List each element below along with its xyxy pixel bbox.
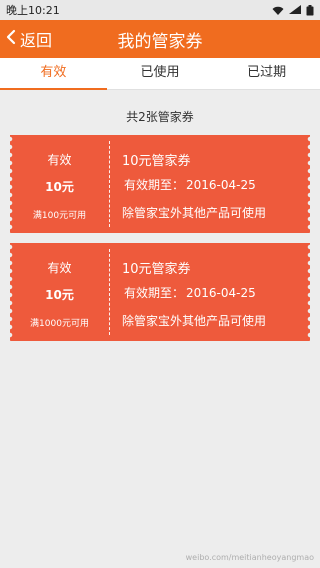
coupon-status: 有效	[47, 153, 72, 167]
tab-used[interactable]: 已使用	[107, 58, 214, 89]
coupon-description: 除管家宝外其他产品可使用	[122, 314, 267, 328]
coupon-stub: 有效 10元 满1000元可用	[10, 243, 109, 341]
status-icons	[272, 4, 314, 17]
signal-icon	[289, 4, 301, 17]
coupon-amount: 10元	[45, 288, 74, 302]
coupon-card[interactable]: 有效 10元 满1000元可用 10元管家券 有效期至： 2016-04-25 除…	[10, 243, 310, 341]
coupon-edge-right	[306, 135, 310, 233]
coupon-expiry-label: 有效期至：	[124, 178, 185, 192]
coupon-edge-right	[306, 243, 310, 341]
coupon-count: 共2张管家券	[126, 110, 194, 124]
status-bar: 晚上10:21	[0, 0, 320, 20]
coupon-details: 10元管家券 有效期至： 2016-04-25 除管家宝外其他产品可使用	[122, 243, 304, 341]
back-button[interactable]: 返回	[6, 20, 52, 58]
coupon-stub: 有效 10元 满100元可用	[10, 135, 109, 233]
battery-icon	[306, 4, 314, 16]
coupon-expiry-date: 2016-04-25	[186, 178, 256, 192]
coupon-condition: 满1000元可用	[30, 319, 89, 329]
tab-valid[interactable]: 有效	[0, 58, 107, 90]
coupon-card[interactable]: 有效 10元 满100元可用 10元管家券 有效期至： 2016-04-25 除管…	[10, 135, 310, 233]
tab-expired[interactable]: 已过期	[213, 58, 320, 89]
coupon-expiry: 有效期至： 2016-04-25	[122, 284, 256, 301]
coupon-description: 除管家宝外其他产品可使用	[122, 206, 267, 220]
coupon-expiry-label: 有效期至：	[124, 286, 185, 300]
coupon-divider	[109, 249, 110, 335]
wifi-icon	[272, 6, 284, 15]
coupon-divider	[109, 141, 110, 227]
coupon-condition: 满100元可用	[32, 211, 87, 221]
chevron-left-icon	[6, 29, 16, 49]
tab-bar: 有效 已使用 已过期	[0, 58, 320, 90]
status-time: 晚上10:21	[6, 4, 60, 17]
coupon-status: 有效	[47, 261, 72, 275]
back-label: 返回	[20, 31, 53, 50]
watermark: weibo.com/meitianheoyangmao	[185, 553, 314, 562]
coupon-expiry: 有效期至： 2016-04-25	[122, 176, 256, 193]
coupon-expiry-date: 2016-04-25	[186, 286, 256, 300]
coupon-title: 10元管家券	[122, 154, 191, 169]
coupon-title: 10元管家券	[122, 262, 191, 277]
coupon-amount: 10元	[45, 180, 74, 194]
coupon-details: 10元管家券 有效期至： 2016-04-25 除管家宝外其他产品可使用	[122, 135, 304, 233]
app-header: 返回 我的管家券	[0, 20, 320, 58]
